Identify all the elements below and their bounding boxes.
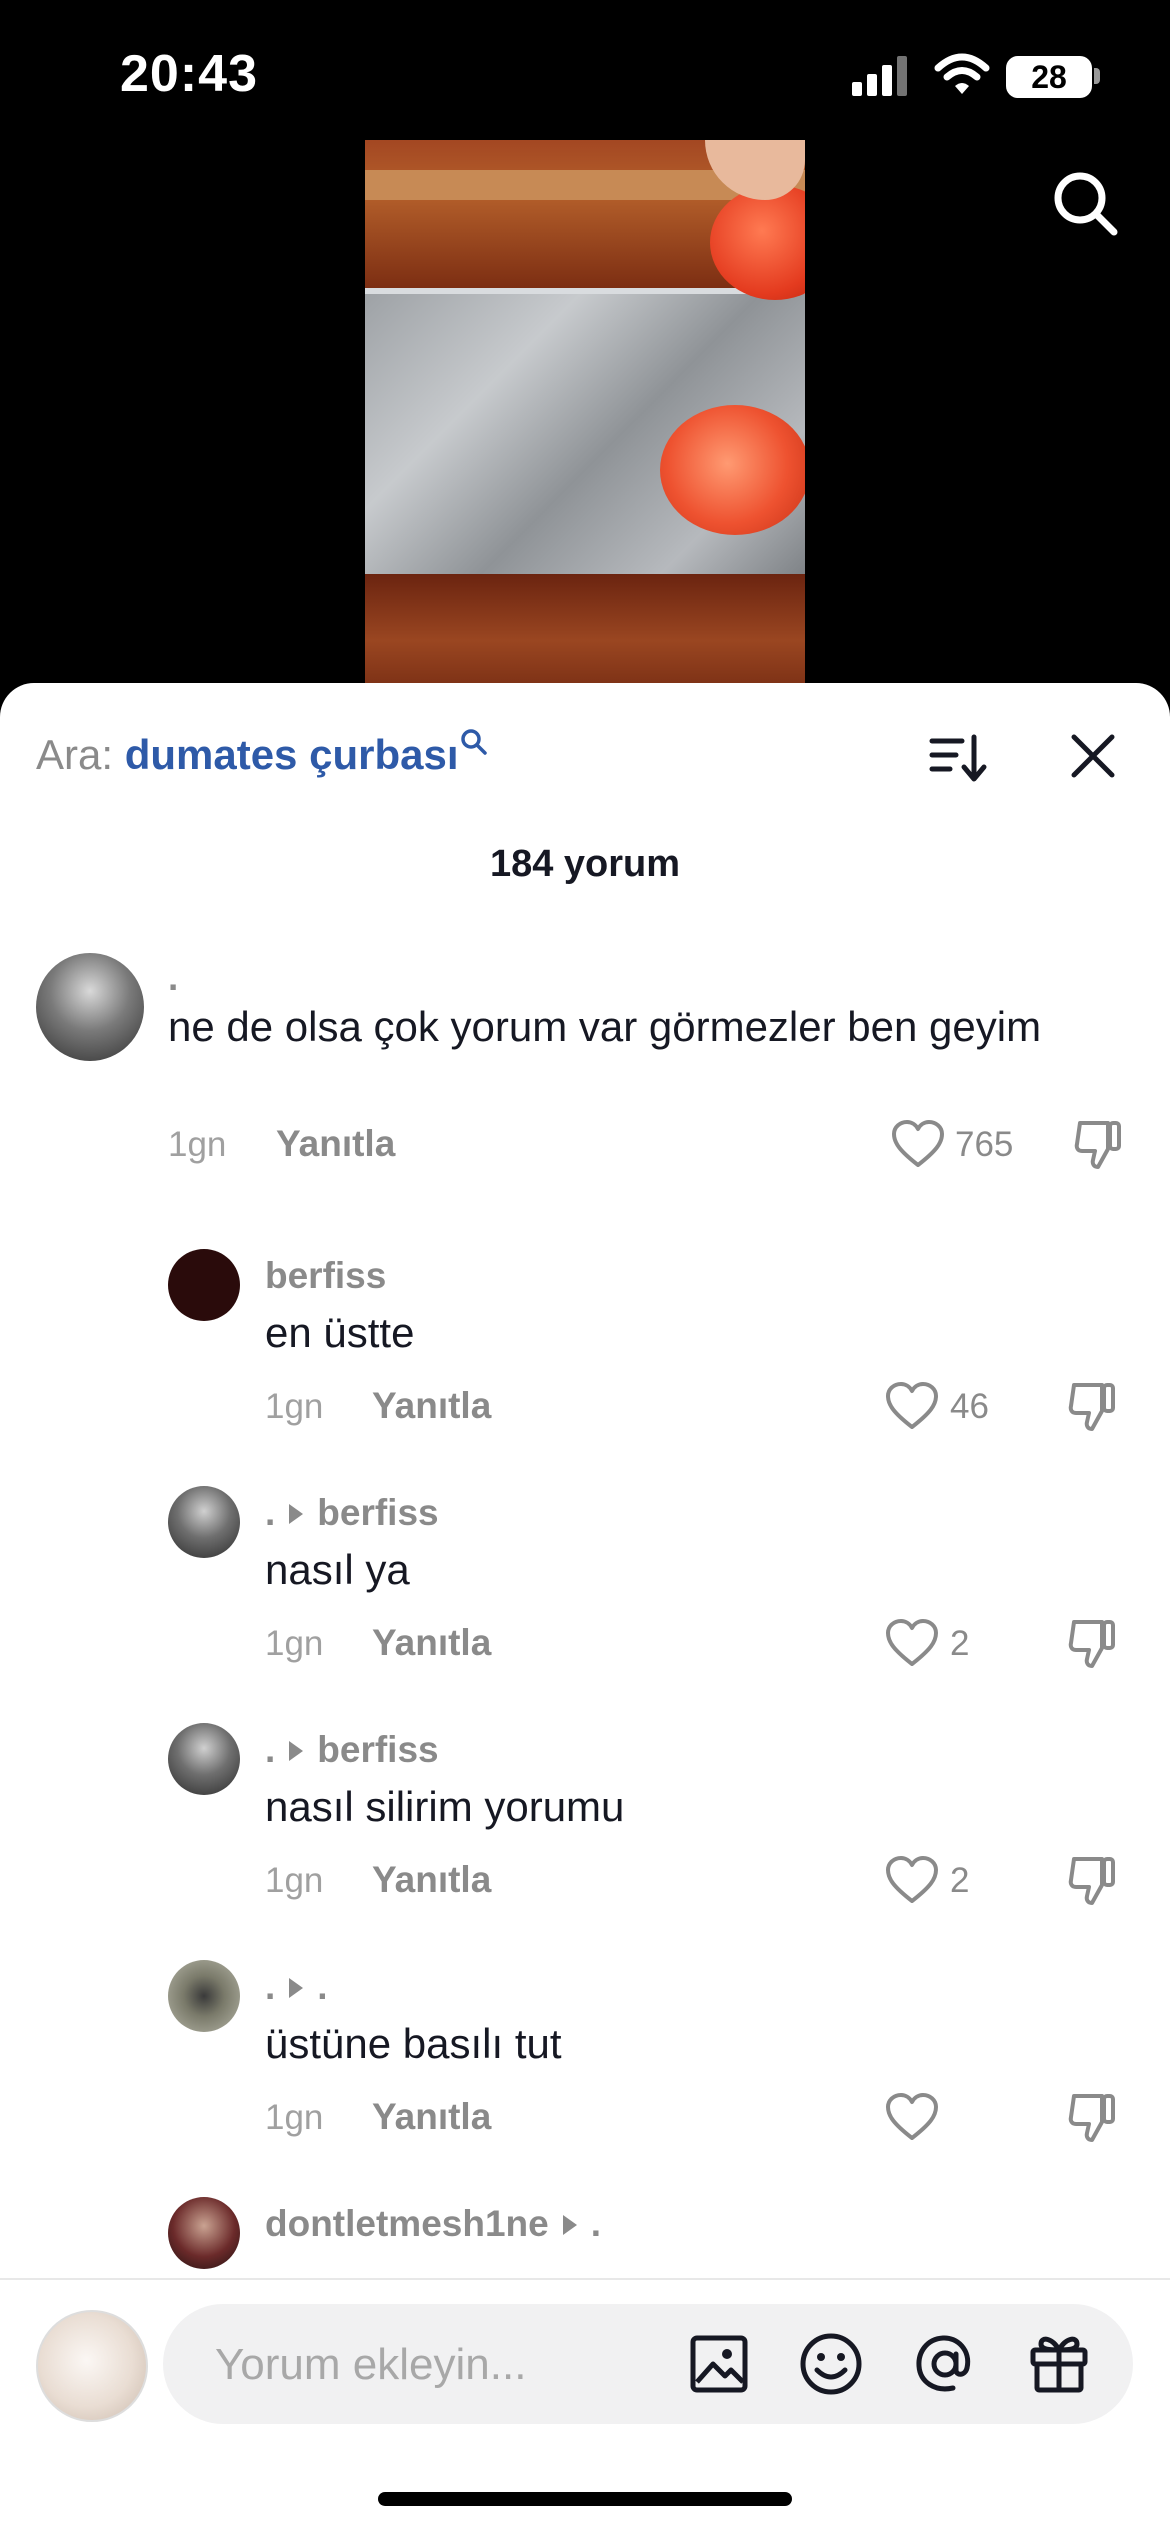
reply-to-name: berfiss [317, 1729, 439, 1770]
comment-count: 184 yorum [489, 843, 681, 885]
reply-arrow-icon [289, 1741, 304, 1762]
search-icon[interactable] [1050, 168, 1120, 238]
comment-text: ne de olsa çok yorum var görmezler ben g… [168, 1003, 1042, 1050]
comment-text: üstüne basılı tut [265, 2020, 562, 2067]
comments-sheet: Ara: dumates çurbası 184 yorum . ne de o… [0, 683, 1170, 2532]
dislike-icon[interactable] [1072, 1117, 1124, 1173]
author-name: . [265, 1729, 276, 1770]
like-count: 2 [950, 1861, 970, 1900]
comment-input-pill[interactable] [163, 2304, 1133, 2426]
avatar[interactable] [36, 953, 144, 1061]
reply-to-name: . [317, 1966, 328, 2007]
clock: 20:43 [120, 45, 258, 103]
avatar[interactable] [168, 1249, 240, 1321]
comment-text: nasıl silirim yorumu [265, 1783, 625, 1830]
comment-author[interactable]: dontletmesh1ne. [265, 2203, 601, 2245]
like-count: 765 [955, 1125, 1014, 1164]
dislike-icon[interactable] [1066, 1853, 1118, 1909]
search-icon [460, 729, 487, 755]
reply-arrow-icon [289, 1978, 304, 1999]
avatar[interactable] [168, 1960, 240, 2032]
comment-text: nasıl ya [265, 1546, 410, 1593]
avatar[interactable] [36, 2310, 148, 2422]
reply-button[interactable]: Yanıtla [372, 1859, 491, 1901]
comment-author[interactable]: . berfiss [265, 1492, 439, 1534]
dislike-icon[interactable] [1066, 1616, 1118, 1672]
avatar[interactable] [168, 1723, 240, 1795]
heart-icon[interactable] [884, 2092, 940, 2142]
heart-icon[interactable] [884, 1618, 940, 1668]
avatar[interactable] [168, 1486, 240, 1558]
sort-icon[interactable] [928, 731, 988, 787]
reply-to-name: . [590, 2203, 601, 2244]
mention-icon[interactable] [913, 2332, 977, 2396]
search-suggestion[interactable]: Ara: dumates çurbası [36, 725, 487, 785]
reply-button[interactable]: Yanıtla [276, 1123, 395, 1165]
comment-author[interactable]: . berfiss [265, 1729, 439, 1771]
author-name: . [265, 1966, 276, 2007]
like-count: 46 [950, 1387, 989, 1426]
wifi-icon [934, 53, 990, 94]
heart-icon[interactable] [890, 1119, 946, 1169]
comment-author[interactable]: . [168, 957, 178, 999]
close-icon[interactable] [1068, 731, 1118, 781]
gift-icon[interactable] [1027, 2330, 1091, 2394]
comment-author[interactable]: .. [265, 1966, 328, 2008]
home-indicator [378, 2492, 792, 2506]
search-prefix: Ara: [36, 731, 125, 778]
reply-arrow-icon [562, 2215, 577, 2236]
status-bar: 20:43 28 [0, 0, 1170, 150]
reply-arrow-icon [289, 1504, 304, 1525]
avatar[interactable] [168, 2197, 240, 2269]
video-thumbnail[interactable] [365, 140, 805, 685]
heart-icon[interactable] [884, 1381, 940, 1431]
comment-time: 1gn [265, 1387, 324, 1426]
battery-tip [1094, 68, 1100, 84]
comment-time: 1gn [265, 1861, 324, 1900]
signal-icon [852, 56, 907, 96]
comment-time: 1gn [265, 1624, 324, 1663]
reply-button[interactable]: Yanıtla [372, 1622, 491, 1664]
reply-to-name: berfiss [317, 1492, 439, 1533]
author-name: dontletmesh1ne [265, 2203, 549, 2244]
image-icon[interactable] [689, 2334, 749, 2394]
like-count: 2 [950, 1624, 970, 1663]
reply-button[interactable]: Yanıtla [372, 2096, 491, 2138]
dislike-icon[interactable] [1066, 2090, 1118, 2146]
heart-icon[interactable] [884, 1855, 940, 1905]
battery-icon: 28 [1006, 56, 1092, 98]
comment-text: en üstte [265, 1309, 415, 1356]
search-term[interactable]: dumates çurbası [125, 731, 459, 778]
author-name: . [265, 1492, 276, 1533]
comment-input[interactable] [213, 2304, 717, 2426]
dislike-icon[interactable] [1066, 1379, 1118, 1435]
comment-author[interactable]: berfiss [265, 1255, 386, 1297]
emoji-icon[interactable] [799, 2332, 863, 2396]
comment-time: 1gn [265, 2098, 324, 2137]
reply-button[interactable]: Yanıtla [372, 1385, 491, 1427]
comment-time: 1gn [168, 1125, 227, 1164]
